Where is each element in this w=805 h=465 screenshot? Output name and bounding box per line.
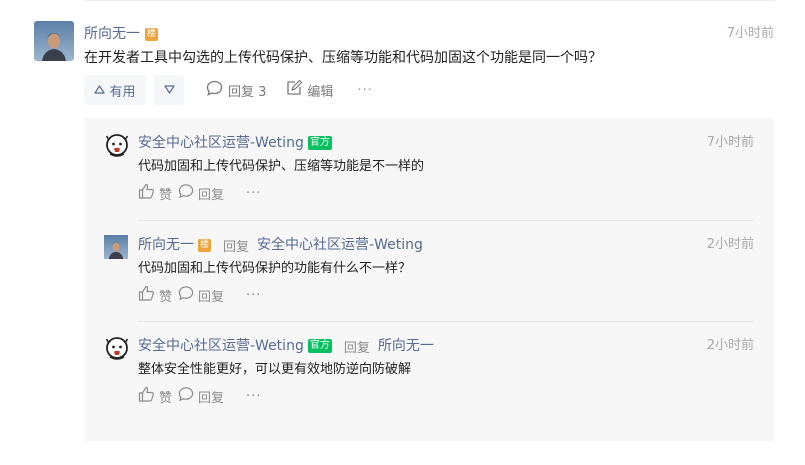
like-label: 赞 (159, 289, 173, 305)
reply-label: 回复 (198, 187, 225, 203)
author-name[interactable]: 所向无一 (84, 24, 140, 44)
reply-to-label: 回复 (343, 340, 370, 356)
comment-icon (178, 386, 194, 406)
official-badge: 官方 (307, 136, 332, 150)
like-icon (138, 285, 155, 305)
more-button[interactable]: ··· (246, 186, 261, 201)
like-label: 赞 (159, 390, 173, 406)
like-icon (138, 183, 155, 203)
reply-actions: 赞 回复 ··· (138, 285, 261, 305)
reply-content: 代码加固和上传代码保护的功能有什么不一样？ (138, 261, 412, 276)
more-button[interactable]: ··· (246, 288, 261, 303)
timestamp: 2小时前 (706, 338, 754, 353)
security-center-logo-icon[interactable] (104, 133, 130, 159)
reply-actions: 赞 回复 ··· (138, 386, 261, 406)
useful-button[interactable]: 有用 (84, 75, 146, 105)
comment-icon (178, 285, 194, 305)
reply-content: 代码加固和上传代码保护、压缩等功能是不一样的 (138, 159, 425, 174)
like-label: 赞 (159, 187, 173, 203)
edit-label: 编辑 (307, 84, 334, 100)
author-name[interactable]: 所向无一 (138, 235, 194, 255)
more-button[interactable]: ··· (246, 389, 261, 404)
comment-content: 在开发者工具中勾选的上传代码保护、压缩等功能和代码加固这个功能是同一个吗？ (84, 50, 602, 66)
reply-button[interactable]: 回复 (178, 386, 224, 406)
like-icon (138, 386, 155, 406)
reply-button[interactable]: 回复 3 (206, 80, 266, 100)
like-button[interactable]: 赞 (138, 183, 172, 203)
reply-label: 回复 (198, 289, 225, 305)
reply-button[interactable]: 回复 (178, 183, 224, 203)
reply-target-name[interactable]: 所向无一 (378, 336, 434, 356)
thumb-up-icon (94, 83, 106, 98)
reply-content: 整体安全性能更好，可以更有效地防逆向防破解 (138, 362, 412, 377)
avatar[interactable] (104, 235, 128, 259)
reply-label: 回复 3 (228, 84, 267, 100)
floor-badge: 楼 (198, 238, 212, 252)
timestamp: 7小时前 (726, 26, 774, 41)
like-button[interactable]: 赞 (138, 386, 172, 406)
author-name[interactable]: 安全中心社区运营-Weting (138, 336, 304, 356)
official-badge: 官方 (307, 339, 332, 353)
edit-button[interactable]: 编辑 (286, 79, 334, 100)
security-center-logo-icon[interactable] (104, 336, 130, 362)
divider (138, 220, 754, 221)
reply-actions: 赞 回复 ··· (138, 183, 261, 203)
more-button[interactable]: ··· (357, 83, 372, 98)
timestamp: 7小时前 (706, 135, 754, 150)
edit-icon (286, 79, 303, 100)
reply-label: 回复 (198, 390, 225, 406)
reply-target-name[interactable]: 安全中心社区运营-Weting (257, 235, 423, 255)
thumb-down-icon (163, 83, 175, 98)
useful-label: 有用 (109, 84, 136, 100)
like-button[interactable]: 赞 (138, 285, 172, 305)
replies-panel: 安全中心社区运营-Weting 官方 7小时前 代码加固和上传代码保护、压缩等功… (84, 118, 774, 441)
not-useful-button[interactable] (154, 75, 184, 105)
timestamp: 2小时前 (706, 237, 754, 252)
floor-badge: 楼 (145, 27, 159, 41)
author-name[interactable]: 安全中心社区运营-Weting (138, 133, 304, 153)
reply-to-label: 回复 (223, 239, 250, 255)
divider (138, 321, 754, 322)
avatar[interactable] (34, 21, 74, 61)
reply-button[interactable]: 回复 (178, 285, 224, 305)
comment-actions: 有用 回复 3 编辑 ··· (84, 75, 373, 105)
top-divider (84, 0, 775, 1)
comment-icon (178, 183, 194, 203)
comment-icon (206, 80, 223, 100)
